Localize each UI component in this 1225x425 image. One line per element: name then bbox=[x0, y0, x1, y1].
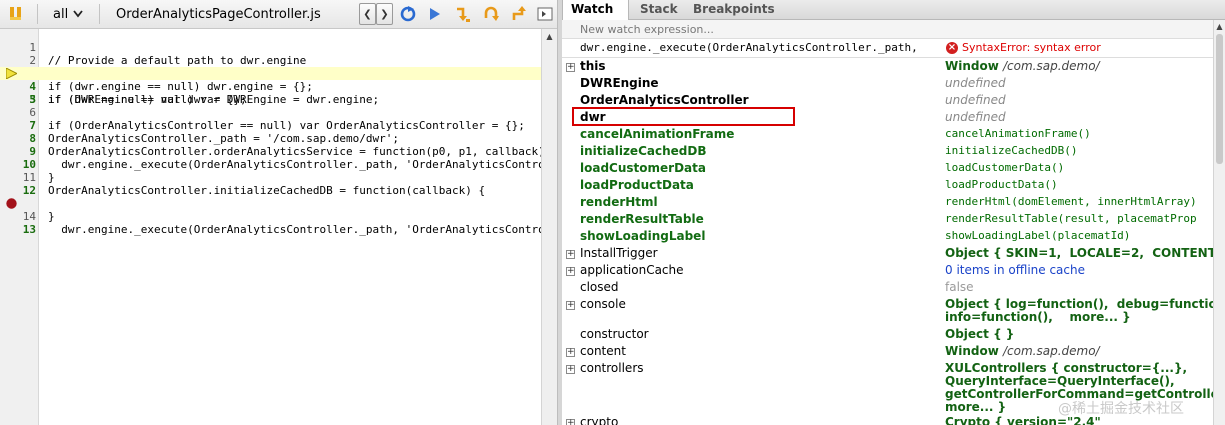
watch-row[interactable]: initializeCachedDB initializeCachedDB() bbox=[562, 144, 1213, 161]
watch-row-console[interactable]: + console Object { log=function(), debug… bbox=[562, 297, 1225, 327]
watch-row[interactable]: + applicationCache 0 items in offline cac… bbox=[562, 263, 1213, 280]
watch-expression-text[interactable]: dwr.engine._execute(OrderAnalyticsContro… bbox=[580, 39, 940, 57]
previous-script-button[interactable]: ❮ bbox=[359, 3, 376, 25]
pause-icon bbox=[10, 7, 21, 20]
next-script-button[interactable]: ❯ bbox=[376, 3, 393, 25]
break-on-next-button[interactable] bbox=[8, 4, 24, 24]
scroll-up-icon[interactable]: ▲ bbox=[1214, 21, 1225, 32]
breakpoint-icon[interactable] bbox=[6, 198, 17, 209]
code-line: 4 if (dwr.engine == null) dwr.engine = {}… bbox=[29, 80, 313, 93]
expand-icon[interactable]: + bbox=[566, 365, 575, 374]
watch-row[interactable]: + InstallTrigger Object { SKIN=1, LOCALE=… bbox=[562, 246, 1225, 263]
expand-icon[interactable]: + bbox=[566, 419, 575, 425]
error-icon: × bbox=[946, 42, 958, 54]
code-line: 5 if (DWREngine == null) var DWREngine = … bbox=[29, 93, 380, 106]
rerun-icon bbox=[400, 6, 416, 22]
expand-icon[interactable]: + bbox=[566, 348, 575, 357]
current-execution-line: 3 if (dwr == null) var dwr = {}; bbox=[0, 67, 541, 106]
tab-watch[interactable]: Watch bbox=[562, 0, 629, 31]
code-line: 8 OrderAnalyticsController._path = '/com.… bbox=[29, 132, 399, 145]
chevron-left-icon: ❮ bbox=[363, 8, 372, 20]
watch-row[interactable]: renderResultTable renderResultTable(resul… bbox=[562, 212, 1213, 229]
watch-row[interactable]: renderHtml renderHtml(domElement, innerHt… bbox=[562, 195, 1213, 212]
code-line: 2// Provide a default path to dwr.engine bbox=[29, 54, 307, 67]
watch-error: × SyntaxError: syntax error bbox=[946, 39, 1101, 57]
expand-icon[interactable]: + bbox=[566, 267, 575, 276]
scrollbar-thumb[interactable] bbox=[1216, 34, 1223, 164]
execution-pointer-icon bbox=[6, 68, 17, 79]
watch-row[interactable]: loadCustomerData loadCustomerData() bbox=[562, 161, 1213, 178]
step-out-icon bbox=[512, 6, 526, 20]
code-line: 10 dwr.engine._execute(OrderAnalyticsCon… bbox=[22, 158, 578, 171]
watch-row[interactable]: showLoadingLabel showLoadingLabel(placema… bbox=[562, 229, 1213, 246]
chevron-right-icon: ❯ bbox=[380, 8, 389, 20]
step-out-button[interactable] bbox=[510, 5, 528, 23]
watch-error-text: SyntaxError: syntax error bbox=[962, 41, 1101, 54]
script-filter-label: all bbox=[53, 6, 69, 22]
watch-row-this[interactable]: + this Window /com.sap.demo/ bbox=[562, 59, 1213, 76]
script-filter-dropdown[interactable]: all bbox=[53, 4, 83, 24]
script-toolbar: all OrderAnalyticsPageController.js ❮ ❯ bbox=[0, 0, 557, 29]
watermark: @稀土掘金技术社区 bbox=[1058, 401, 1184, 417]
expand-icon[interactable]: + bbox=[566, 250, 575, 259]
step-into-button[interactable] bbox=[454, 5, 472, 23]
script-panel: all OrderAnalyticsPageController.js ❮ ❯ … bbox=[0, 0, 578, 425]
watch-expression-row[interactable]: dwr.engine._execute(OrderAnalyticsContro… bbox=[562, 39, 1213, 58]
panel-menu-icon bbox=[537, 7, 553, 21]
code-line: 1 bbox=[29, 41, 36, 54]
code-line: 6 bbox=[29, 106, 36, 119]
code-line: 12 OrderAnalyticsController.initializeCac… bbox=[22, 184, 486, 197]
watch-row[interactable]: cancelAnimationFrame cancelAnimationFrame… bbox=[562, 127, 1213, 144]
step-into-icon bbox=[457, 7, 470, 22]
continue-button[interactable] bbox=[426, 5, 444, 23]
code-line: 14} bbox=[22, 210, 55, 223]
breakpoint-line[interactable]: 13 dwr.engine._execute(OrderAnalyticsCon… bbox=[0, 197, 578, 236]
watch-row[interactable]: loadProductData loadProductData() bbox=[562, 178, 1213, 195]
script-file-name: OrderAnalyticsPageController.js bbox=[116, 6, 321, 22]
play-icon bbox=[430, 8, 440, 20]
side-panel-tabs: Watch Stack Breakpoints bbox=[562, 0, 1225, 31]
script-scrollbar[interactable]: ▲ bbox=[541, 29, 557, 425]
watch-row[interactable]: DWREngine undefined bbox=[562, 76, 1213, 93]
tab-stack[interactable]: Stack bbox=[632, 0, 686, 20]
highlight-box bbox=[572, 107, 795, 126]
chevron-down-icon bbox=[73, 10, 83, 18]
watch-row[interactable]: closed false bbox=[562, 280, 1213, 297]
step-over-button[interactable] bbox=[482, 5, 500, 23]
panel-menu-button[interactable] bbox=[536, 5, 554, 23]
code-line: 11} bbox=[22, 171, 55, 184]
expand-icon[interactable]: + bbox=[566, 301, 575, 310]
code-line: 9 OrderAnalyticsController.orderAnalytics… bbox=[29, 145, 558, 158]
script-file-selector[interactable]: OrderAnalyticsPageController.js bbox=[116, 4, 321, 24]
expand-icon[interactable]: + bbox=[566, 63, 575, 72]
step-over-icon bbox=[484, 6, 499, 21]
new-watch-expression-input[interactable]: New watch expression... bbox=[562, 20, 1213, 39]
watch-row[interactable]: + content Window /com.sap.demo/ bbox=[562, 344, 1213, 361]
rerun-button[interactable] bbox=[399, 5, 417, 23]
watch-row[interactable]: constructor Object { } bbox=[562, 327, 1213, 344]
watch-panel: Watch Stack Breakpoints New watch expres… bbox=[562, 0, 1225, 425]
scroll-up-icon[interactable]: ▲ bbox=[544, 31, 555, 42]
source-code: 1 2// Provide a default path to dwr.engi… bbox=[0, 41, 578, 236]
watch-scrollbar[interactable]: ▲ bbox=[1213, 20, 1225, 425]
code-line: 7 if (OrderAnalyticsController == null) v… bbox=[29, 119, 525, 132]
tab-breakpoints[interactable]: Breakpoints bbox=[685, 0, 783, 20]
